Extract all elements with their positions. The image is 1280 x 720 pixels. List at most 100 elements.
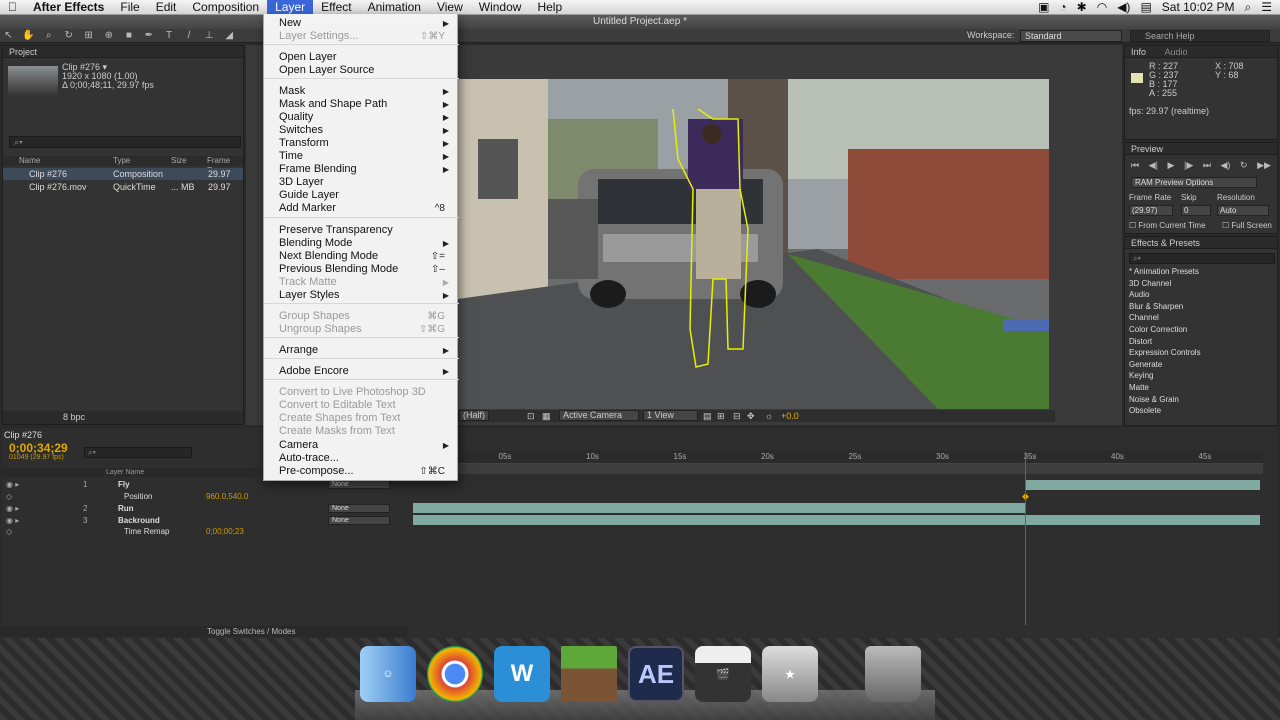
from-current-checkbox[interactable]: ☐ From Current Time	[1129, 221, 1206, 230]
toggle-switches-modes-button[interactable]: Toggle Switches / Modes	[207, 626, 296, 637]
tab-preview[interactable]: Preview	[1125, 143, 1277, 155]
first-frame-icon[interactable]: ⏮	[1131, 160, 1139, 171]
notification-icon[interactable]: ☰	[1261, 0, 1272, 15]
prev-frame-icon[interactable]: ◀|	[1149, 160, 1158, 171]
layer-name[interactable]: Time Remap	[124, 526, 170, 537]
effects-category-item[interactable]: Generate	[1129, 360, 1162, 370]
visibility-switch-icon[interactable]: ◉ ▸	[6, 503, 19, 514]
layer-name-header[interactable]: Layer Name	[106, 468, 144, 477]
blend-mode-dropdown[interactable]: None	[328, 516, 390, 525]
trash-icon[interactable]	[865, 646, 921, 702]
blend-mode-dropdown[interactable]: None	[328, 504, 390, 513]
col-size[interactable]: Size	[171, 156, 187, 166]
text-tool-icon[interactable]: T	[163, 30, 176, 41]
layer-menu-item-transform[interactable]: Transform	[279, 137, 329, 150]
timeline-layer-row[interactable]: ◉ ▸ 2 Run None	[2, 503, 408, 514]
layer-menu-item-pre-compose[interactable]: Pre-compose...	[279, 465, 354, 478]
menu-after-effects[interactable]: After Effects	[25, 0, 112, 15]
layer-menu-item-arrange[interactable]: Arrange	[279, 344, 318, 357]
minecraft-icon[interactable]	[561, 646, 617, 702]
visibility-switch-icon[interactable]: ◇	[6, 526, 12, 537]
blend-mode-dropdown[interactable]: None	[328, 480, 390, 489]
frame-rate-dropdown[interactable]: (29.97)	[1129, 205, 1173, 216]
play-icon[interactable]: ▶	[1168, 160, 1175, 171]
after-effects-icon[interactable]: AE	[628, 646, 684, 702]
layer-menu-item-preserve-transparency[interactable]: Preserve Transparency	[279, 224, 393, 237]
region-icon[interactable]: ⊡	[527, 410, 535, 422]
menu-layer[interactable]: Layer	[267, 0, 314, 15]
menu-file[interactable]: File	[112, 0, 147, 15]
selection-tool-icon[interactable]: ↖	[2, 30, 15, 41]
effects-category-item[interactable]: Expression Controls	[1129, 348, 1201, 358]
layer-bar-backround[interactable]	[413, 515, 1260, 525]
ram-preview-icon[interactable]: ▶▶	[1257, 160, 1271, 171]
volume-icon[interactable]: ◀)	[1117, 0, 1130, 15]
project-row[interactable]: Clip #276 Composition 29.97	[3, 168, 243, 180]
project-row[interactable]: Clip #276.mov QuickTime ... MB 29.97	[3, 181, 243, 193]
layer-menu-item-adobe-encore[interactable]: Adobe Encore	[279, 365, 349, 378]
layer-name[interactable]: Run	[118, 503, 134, 514]
layer-menu-item-previous-blending-mode[interactable]: Previous Blending Mode	[279, 263, 398, 276]
layer-menu-item-mask[interactable]: Mask	[279, 85, 305, 98]
layer-menu-item-layer-styles[interactable]: Layer Styles	[279, 289, 340, 302]
layer-menu-item-frame-blending[interactable]: Frame Blending	[279, 163, 357, 176]
clone-tool-icon[interactable]: ⊥	[203, 30, 216, 41]
effects-category-item[interactable]: Keying	[1129, 371, 1153, 381]
project-search-input[interactable]: ⌕▾	[9, 136, 241, 148]
menu-edit[interactable]: Edit	[148, 0, 185, 15]
layer-menu-item-quality[interactable]: Quality	[279, 111, 313, 124]
timeline-tab[interactable]: Clip #276	[4, 430, 42, 440]
fast-preview-icon[interactable]: ⊞	[717, 410, 725, 422]
clock[interactable]: Sat 10:02 PM	[1162, 0, 1235, 15]
layer-menu-item-open-layer-source[interactable]: Open Layer Source	[279, 64, 374, 77]
pan-behind-tool-icon[interactable]: ⊕	[102, 30, 115, 41]
camera-tool-icon[interactable]: ⊞	[82, 30, 95, 41]
layer-name[interactable]: Position	[124, 491, 152, 502]
layer-menu-item-time[interactable]: Time	[279, 150, 303, 163]
col-type[interactable]: Type	[113, 156, 130, 166]
layer-menu-item-guide-layer[interactable]: Guide Layer	[279, 189, 339, 202]
effects-category-item[interactable]: Matte	[1129, 383, 1149, 393]
timeline-search-input[interactable]: ⌕▾	[84, 447, 192, 458]
next-frame-icon[interactable]: |▶	[1184, 160, 1193, 171]
menu-effect[interactable]: Effect	[313, 0, 359, 15]
ram-preview-dropdown[interactable]: RAM Preview Options	[1131, 177, 1257, 188]
hand-tool-icon[interactable]: ✋	[22, 30, 35, 41]
wunderlist-icon[interactable]: W	[494, 646, 550, 702]
layer-name[interactable]: Fly	[118, 479, 130, 490]
tab-info[interactable]: Info	[1131, 47, 1146, 57]
tab-effects-presets[interactable]: Effects & Presets	[1125, 237, 1277, 249]
bluetooth-icon[interactable]: ✱	[1077, 0, 1087, 15]
effects-category-item[interactable]: Noise & Grain	[1129, 395, 1179, 405]
timeline-layer-row[interactable]: ◉ ▸ 3 Backround None	[2, 515, 408, 526]
time-ruler[interactable]: 0s05s10s15s20s25s30s35s40s45s	[411, 450, 1263, 464]
rotate-tool-icon[interactable]: ↻	[62, 30, 75, 41]
flag-icon[interactable]: ▤	[1140, 0, 1151, 15]
effects-category-item[interactable]: Color Correction	[1129, 325, 1187, 335]
mute-icon[interactable]: ◀)	[1220, 160, 1230, 171]
layer-menu-item-mask-and-shape-path[interactable]: Mask and Shape Path	[279, 98, 387, 111]
layer-menu-item-blending-mode[interactable]: Blending Mode	[279, 237, 352, 250]
last-frame-icon[interactable]: ⏭	[1203, 160, 1211, 171]
current-time-indicator[interactable]	[1025, 452, 1026, 625]
flowchart-icon[interactable]: ✥	[747, 410, 755, 422]
work-area-bar[interactable]	[413, 464, 1263, 474]
col-name[interactable]: Name	[19, 156, 40, 166]
spotlight-icon[interactable]: ⌕	[1245, 0, 1252, 15]
time-machine-icon[interactable]: ◔	[1059, 0, 1066, 15]
effects-category-item[interactable]: Channel	[1129, 313, 1159, 323]
effects-search-input[interactable]: ⌕▾	[1129, 253, 1275, 264]
menu-help[interactable]: Help	[529, 0, 570, 15]
imovie-icon[interactable]: ★	[762, 646, 818, 702]
pen-tool-icon[interactable]: ✒	[142, 30, 155, 41]
menu-window[interactable]: Window	[471, 0, 530, 15]
chrome-icon[interactable]	[427, 646, 483, 702]
layer-name[interactable]: Backround	[118, 515, 160, 526]
project-tab[interactable]: Project	[3, 46, 243, 58]
layer-bar-run[interactable]	[413, 503, 1025, 513]
final-cut-icon[interactable]: 🎬	[695, 646, 751, 702]
menu-composition[interactable]: Composition	[184, 0, 267, 15]
finder-icon[interactable]: ☺	[360, 646, 416, 702]
visibility-switch-icon[interactable]: ◇	[6, 491, 12, 502]
brush-tool-icon[interactable]: /	[183, 30, 196, 41]
